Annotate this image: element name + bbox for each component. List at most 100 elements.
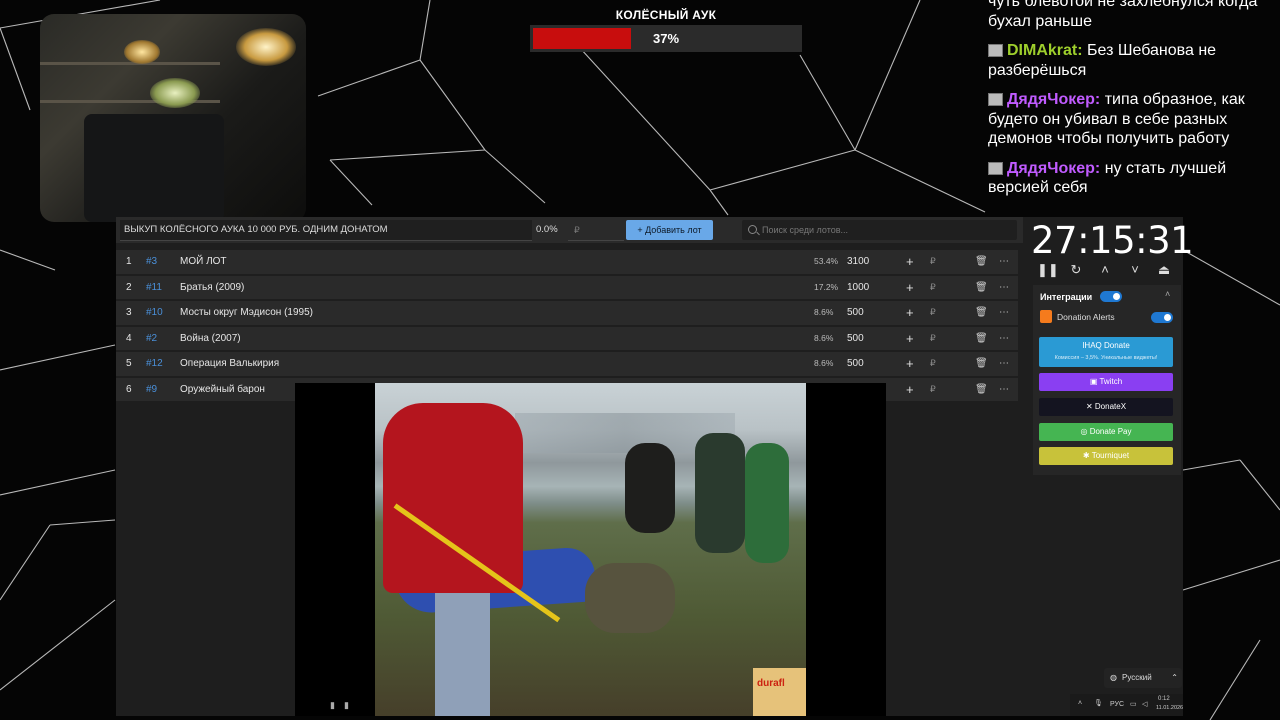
integrations-panel: Интеграции ˄ Donation Alerts IHAQ Donate… <box>1033 285 1181 475</box>
donatex-button[interactable]: ✕ DonateX <box>1039 398 1173 416</box>
chevron-down-icon[interactable]: ˅ <box>1125 262 1145 277</box>
lot-row[interactable]: 2 #11 Братья (2009) 17.2% 1000 + ₽ 🗑 ⋯ <box>116 275 1018 300</box>
lot-name[interactable]: Оружейный барон <box>180 378 265 402</box>
reset-icon[interactable]: ↻ <box>1066 262 1086 278</box>
ruble-input[interactable]: ₽ <box>930 276 936 300</box>
more-icon[interactable]: ⋯ <box>999 250 1009 274</box>
plus-icon[interactable]: + <box>906 327 914 351</box>
lot-percent: 8.6% <box>814 358 834 368</box>
trash-icon[interactable]: 🗑 <box>975 352 988 376</box>
add-lot-label: Добавить лот <box>645 225 702 235</box>
video-box-label: durafl <box>757 678 785 689</box>
lot-id[interactable]: #12 <box>146 352 163 376</box>
ruble-input[interactable]: ₽ <box>930 327 936 351</box>
eject-icon[interactable]: ⏏ <box>1154 262 1174 278</box>
lot-search-input[interactable]: Поиск среди лотов... <box>742 220 1017 240</box>
globe-icon: ◍ <box>1110 673 1117 682</box>
donation-alerts-icon <box>1040 310 1052 323</box>
plus-icon: + <box>637 225 646 235</box>
lot-percent: 53.4% <box>814 256 839 266</box>
chat-text: чуть блевотой не захлебнулся когда бухал… <box>988 0 1258 30</box>
donatepay-button[interactable]: ◎ Donate Pay <box>1039 423 1173 441</box>
chevron-up-icon[interactable]: ˄ <box>1095 262 1115 277</box>
add-lot-button[interactable]: + Добавить лот <box>626 220 713 240</box>
chat-username: ДядяЧокер: <box>1007 91 1101 108</box>
lot-id[interactable]: #9 <box>146 378 157 402</box>
lot-id[interactable]: #3 <box>146 250 157 274</box>
lot-percent: 8.6% <box>814 332 834 343</box>
ruble-input[interactable]: ₽ <box>930 378 936 402</box>
volume-icon[interactable]: ◁ <box>1142 700 1147 708</box>
trash-icon[interactable]: 🗑 <box>975 250 988 274</box>
tray-lang[interactable]: РУС <box>1110 701 1124 708</box>
lot-amount-input[interactable]: ₽ <box>568 220 624 241</box>
lot-amount: 500 <box>847 358 864 369</box>
lot-name[interactable]: Война (2007) <box>180 327 241 351</box>
chat-badge-icon <box>988 44 1003 58</box>
lot-row[interactable]: 3 #10 Мосты округ Мэдисон (1995) 8.6% 500 + ₽ 🗑… <box>116 301 1018 325</box>
ruble-input[interactable]: ₽ <box>930 301 936 325</box>
donatex-label: DonateX <box>1094 402 1127 411</box>
chat-overlay: чуть блевотой не захлебнулся когда бухал… <box>988 0 1278 208</box>
more-icon[interactable]: ⋯ <box>999 276 1009 300</box>
webcam-overlay <box>40 14 306 222</box>
lot-id[interactable]: #2 <box>146 327 157 351</box>
more-icon[interactable]: ⋯ <box>999 378 1009 402</box>
plus-icon[interactable]: + <box>906 301 914 325</box>
lot-name[interactable]: Братья (2009) <box>180 276 244 300</box>
lot-name[interactable]: Мосты округ Мэдисон (1995) <box>180 301 313 325</box>
lot-row[interactable]: 4 #2 Война (2007) 8.6% 500 + ₽ 🗑 ⋯ <box>116 326 1018 351</box>
lot-amount: 500 <box>847 332 864 344</box>
iq-donate-button[interactable]: IHAQ Donate Комиссия – 3,5%. Уникальные в… <box>1039 337 1173 367</box>
ruble-input[interactable]: ₽ <box>930 352 936 376</box>
lot-name[interactable]: МОЙ ЛОТ <box>180 250 227 274</box>
lot-id[interactable]: #11 <box>146 276 162 300</box>
lot-amount: 3100 <box>847 256 870 267</box>
more-icon[interactable]: ⋯ <box>999 301 1009 325</box>
lot-number: 3 <box>126 307 132 318</box>
network-icon[interactable]: ▭ <box>1130 700 1137 708</box>
mic-icon[interactable]: 🎙 <box>1094 699 1103 707</box>
iq-donate-label: IHAQ Donate <box>1082 341 1130 350</box>
poll-percent: 37% <box>652 31 680 46</box>
system-tray: ˄ 🎙 РУС ▭ ◁ 0:12 11.01.2026 <box>1070 694 1183 716</box>
lot-percent: 17.2% <box>814 281 839 292</box>
video-box: durafl <box>753 668 806 716</box>
lot-row[interactable]: 5 #12 Операция Валькирия 8.6% 500 + ₽ 🗑 ⋯ <box>116 352 1018 376</box>
lot-list: 1 #3 МОЙ ЛОТ 53.4% 3100 + ₽ 🗑 ⋯ 2 #11 Братья (2009)… <box>116 250 1018 403</box>
trash-icon[interactable]: 🗑 <box>975 276 988 300</box>
lot-number: 6 <box>126 383 132 395</box>
integrations-toggle[interactable] <box>1100 291 1122 302</box>
plus-icon[interactable]: + <box>906 250 914 274</box>
tourniquet-button[interactable]: ✱ Tourniquet <box>1039 447 1173 465</box>
countdown-timer: 27:15:31 <box>1031 219 1194 262</box>
twitch-button[interactable]: ▣ Twitch <box>1039 373 1173 391</box>
lot-id[interactable]: #10 <box>146 301 163 325</box>
more-icon[interactable]: ⋯ <box>999 327 1009 351</box>
pause-icon[interactable]: ❚❚ <box>1037 262 1059 278</box>
lot-row[interactable]: 1 #3 МОЙ ЛОТ 53.4% 3100 + ₽ 🗑 ⋯ <box>116 250 1018 274</box>
lot-name[interactable]: Операция Валькирия <box>180 352 279 376</box>
plus-icon[interactable]: + <box>906 352 914 376</box>
taskbar-icon[interactable]: ▮ <box>344 694 352 716</box>
plus-icon[interactable]: + <box>906 378 914 402</box>
tray-expand-icon[interactable]: ˄ <box>1078 700 1082 707</box>
integrations-label: Интеграции <box>1040 292 1093 302</box>
ruble-input[interactable]: ₽ <box>930 250 936 274</box>
trash-icon[interactable]: 🗑 <box>975 378 988 402</box>
lot-percent: 8.6% <box>814 307 834 317</box>
trash-icon[interactable]: 🗑 <box>975 327 988 351</box>
chevron-up-icon[interactable]: ˄ <box>1165 289 1170 299</box>
auction-title-input[interactable]: ВЫКУП КОЛЁСНОГО АУКА 10 000 РУБ. ОДНИМ Д… <box>120 220 532 241</box>
chat-message: ДядяЧокер: типа образное, как будето он … <box>988 90 1278 149</box>
plus-icon[interactable]: + <box>906 276 914 300</box>
chat-username: ДядяЧокер: <box>1007 159 1101 177</box>
more-icon[interactable]: ⋯ <box>999 352 1009 376</box>
taskbar-icon[interactable]: ▮ <box>330 694 338 716</box>
donation-alerts-toggle[interactable] <box>1151 312 1173 323</box>
trash-icon[interactable]: 🗑 <box>975 301 988 325</box>
auction-toolbar: ВЫКУП КОЛЁСНОГО АУКА 10 000 РУБ. ОДНИМ Д… <box>116 217 1023 243</box>
language-select[interactable]: ◍ Русский ⌃ <box>1104 668 1182 688</box>
video-player[interactable]: durafl <box>295 383 886 716</box>
poll-progress-bar: 37% <box>530 25 802 52</box>
